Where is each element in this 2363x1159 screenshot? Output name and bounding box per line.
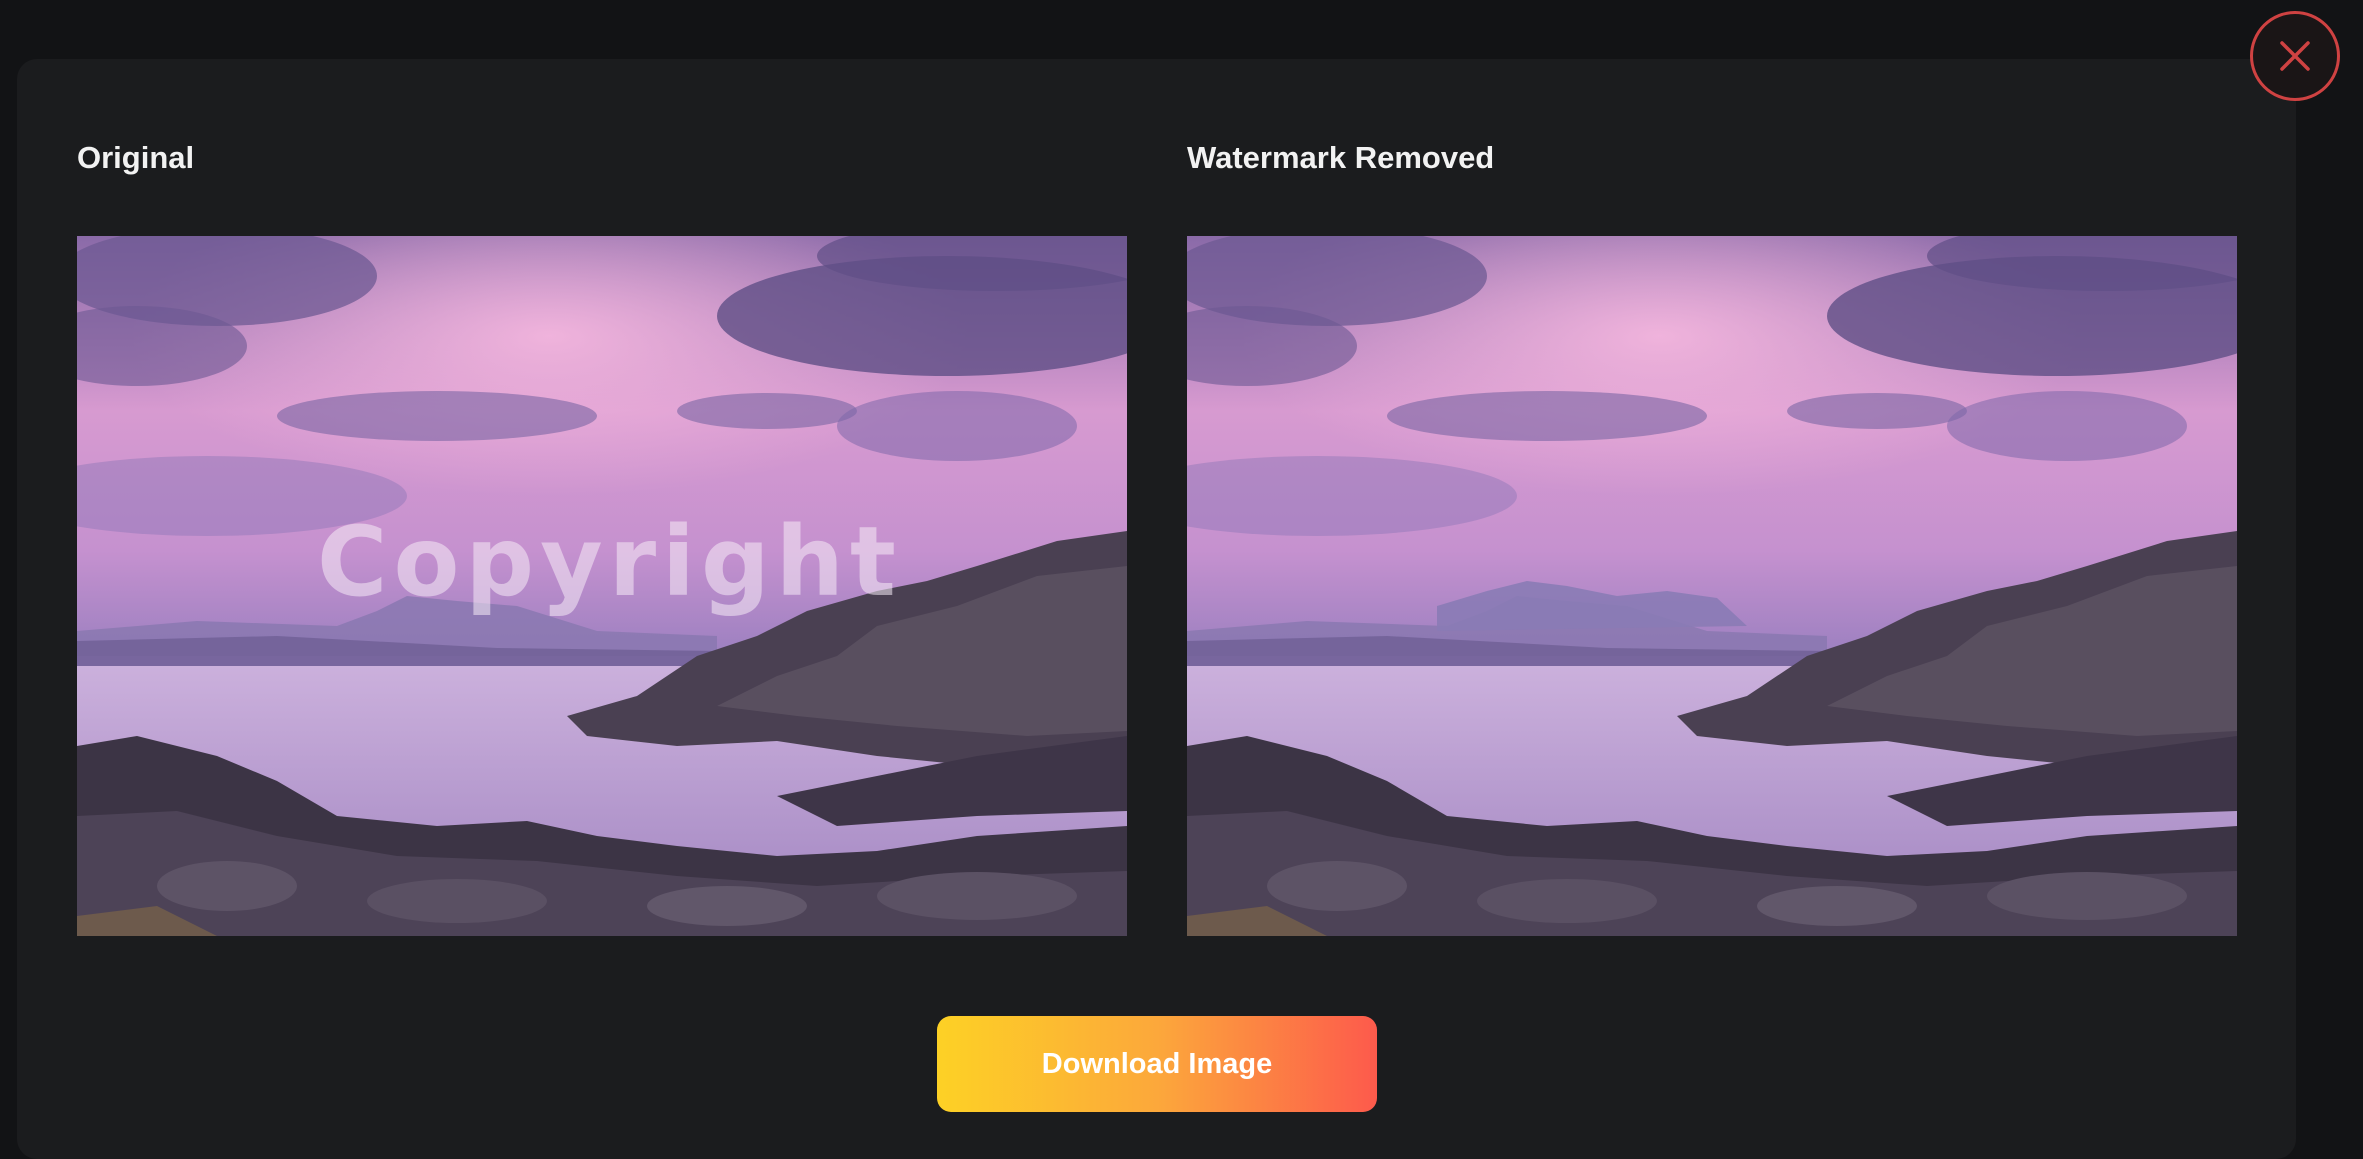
original-title: Original [77, 140, 195, 175]
close-button[interactable] [2250, 11, 2340, 101]
watermark-removed-title: Watermark Removed [1187, 140, 1495, 175]
copyright-watermark: Copyright [317, 506, 902, 618]
close-icon [2280, 41, 2310, 71]
watermark-removed-image [1187, 236, 2237, 936]
download-image-button[interactable]: Download Image [937, 1016, 1377, 1112]
original-image: Copyright [77, 236, 1127, 936]
